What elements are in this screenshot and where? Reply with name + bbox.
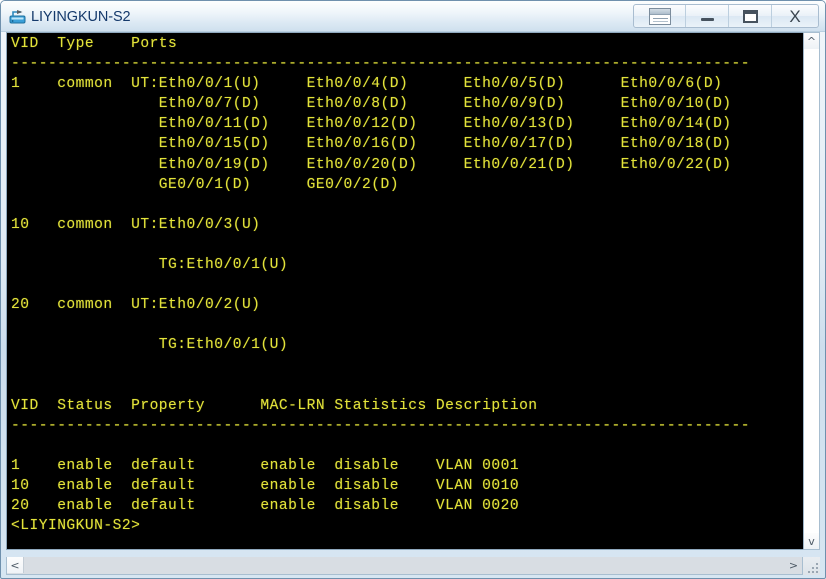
- maximize-icon: [742, 9, 758, 23]
- chevron-up-icon: ^: [806, 34, 817, 48]
- scroll-down-button[interactable]: v: [804, 533, 819, 549]
- window-icon: [648, 7, 671, 25]
- minimize-icon: [700, 18, 714, 21]
- chevron-right-icon: >: [788, 558, 799, 572]
- scroll-right-button[interactable]: >: [785, 557, 802, 573]
- window-restore-size-button[interactable]: [634, 5, 686, 27]
- chevron-down-icon: v: [808, 534, 815, 548]
- close-button[interactable]: X: [772, 5, 818, 27]
- scroll-left-button[interactable]: <: [7, 557, 24, 573]
- minimize-button[interactable]: [686, 5, 729, 27]
- scroll-up-button[interactable]: ^: [804, 33, 819, 49]
- chevron-left-icon: <: [10, 558, 20, 572]
- window-title: LIYINGKUN-S2: [31, 8, 131, 25]
- terminal-output: VID Type Ports -------------------------…: [11, 36, 751, 535]
- maximize-button[interactable]: [729, 5, 772, 27]
- title-bar[interactable]: LIYINGKUN-S2 X: [1, 1, 825, 32]
- switch-icon: [8, 6, 28, 26]
- close-icon: X: [789, 6, 801, 26]
- window-controls: X: [633, 4, 819, 28]
- terminal-panel[interactable]: VID Type Ports -------------------------…: [6, 32, 803, 550]
- client-area: VID Type Ports -------------------------…: [6, 32, 820, 575]
- horizontal-scrollbar[interactable]: < >: [6, 557, 803, 575]
- grip-dots-icon: [807, 562, 818, 573]
- terminal-window: LIYINGKUN-S2 X VID Type Ports ----------…: [0, 0, 826, 579]
- vertical-scrollbar[interactable]: ^ v: [803, 32, 820, 550]
- resize-grip[interactable]: [803, 557, 820, 575]
